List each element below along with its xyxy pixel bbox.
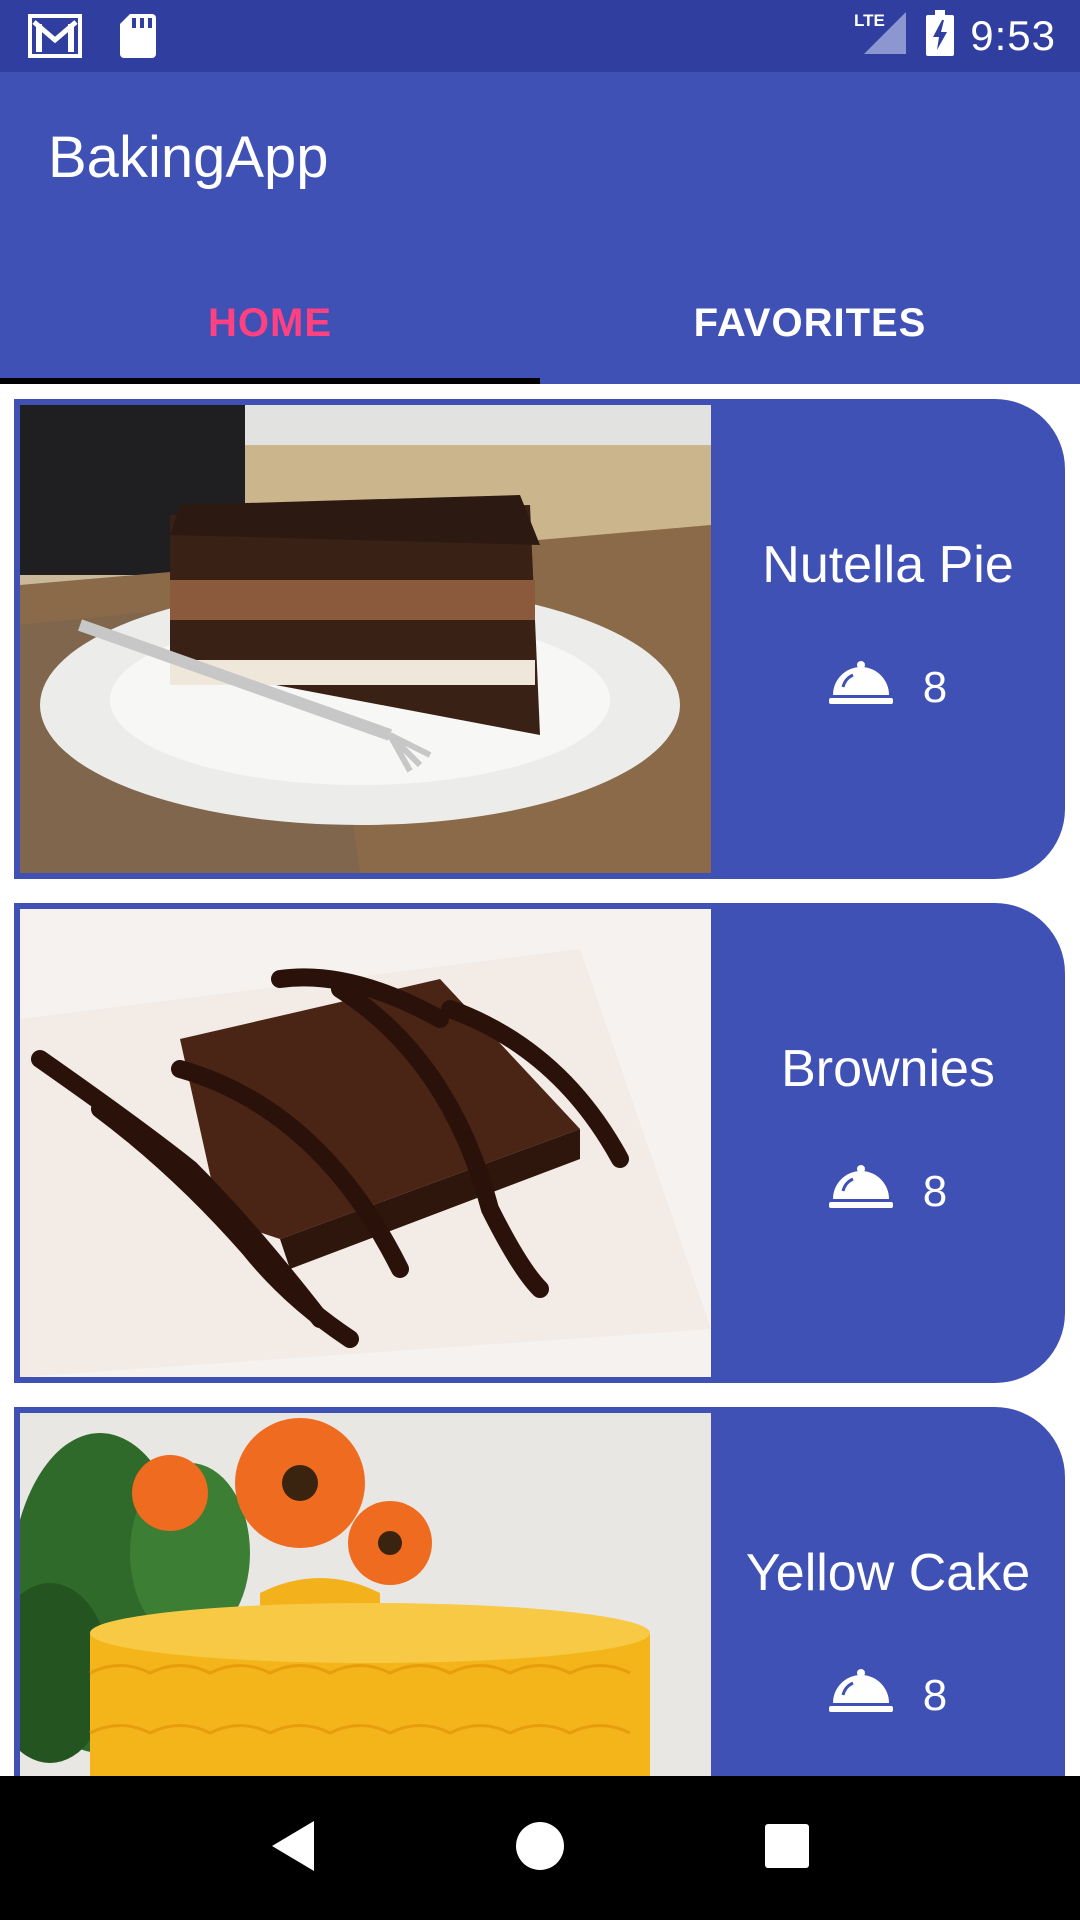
servings-count: 8 bbox=[922, 1166, 948, 1216]
recents-button[interactable] bbox=[742, 1803, 832, 1893]
home-button[interactable] bbox=[495, 1803, 585, 1893]
serving-dish-icon bbox=[828, 659, 893, 716]
tab-favorites[interactable]: FAVORITES bbox=[540, 262, 1080, 384]
recipe-servings: 8 bbox=[711, 659, 1065, 716]
recipe-servings: 8 bbox=[711, 1667, 1065, 1724]
tab-home-label: HOME bbox=[208, 300, 332, 345]
navigation-bar bbox=[0, 1776, 1080, 1920]
tab-favorites-label: FAVORITES bbox=[693, 300, 927, 345]
recipe-servings: 8 bbox=[711, 1163, 1065, 1220]
servings-count: 8 bbox=[922, 662, 948, 712]
tab-home[interactable]: HOME bbox=[0, 262, 540, 384]
recipe-card-nutella-pie[interactable]: Nutella Pie 8 bbox=[14, 399, 1065, 879]
back-icon bbox=[268, 1819, 318, 1878]
recipe-image bbox=[20, 405, 711, 873]
sd-card-icon bbox=[120, 14, 156, 63]
recipe-image bbox=[20, 909, 711, 1377]
recents-icon bbox=[764, 1823, 810, 1874]
app-bar: BakingApp HOME FAVORITES bbox=[0, 72, 1080, 384]
recipe-card-brownies[interactable]: Brownies 8 bbox=[14, 903, 1065, 1383]
back-button[interactable] bbox=[248, 1803, 338, 1893]
status-time: 9:53 bbox=[970, 11, 1056, 59]
svg-text:LTE: LTE bbox=[854, 11, 885, 30]
recipe-name: Brownies bbox=[781, 1040, 995, 1098]
tab-bar: HOME FAVORITES bbox=[0, 262, 1080, 384]
recipe-name: Nutella Pie bbox=[762, 536, 1014, 594]
gmail-icon bbox=[28, 14, 82, 63]
recipe-name: Yellow Cake bbox=[745, 1544, 1031, 1602]
home-icon bbox=[514, 1820, 566, 1877]
app-title: BakingApp bbox=[48, 125, 329, 190]
recipe-card-yellow-cake[interactable]: Yellow Cake 8 bbox=[14, 1407, 1065, 1776]
recipe-image bbox=[20, 1413, 711, 1776]
lte-signal-icon: LTE bbox=[854, 10, 910, 61]
serving-dish-icon bbox=[828, 1163, 893, 1220]
serving-dish-icon bbox=[828, 1667, 893, 1724]
servings-count: 8 bbox=[922, 1670, 948, 1720]
status-bar: LTE 9:53 bbox=[0, 0, 1080, 72]
recipe-list[interactable]: Nutella Pie 8 Brownies 8 Yellow Cake 8 bbox=[0, 384, 1080, 1776]
battery-charging-icon bbox=[926, 10, 955, 61]
